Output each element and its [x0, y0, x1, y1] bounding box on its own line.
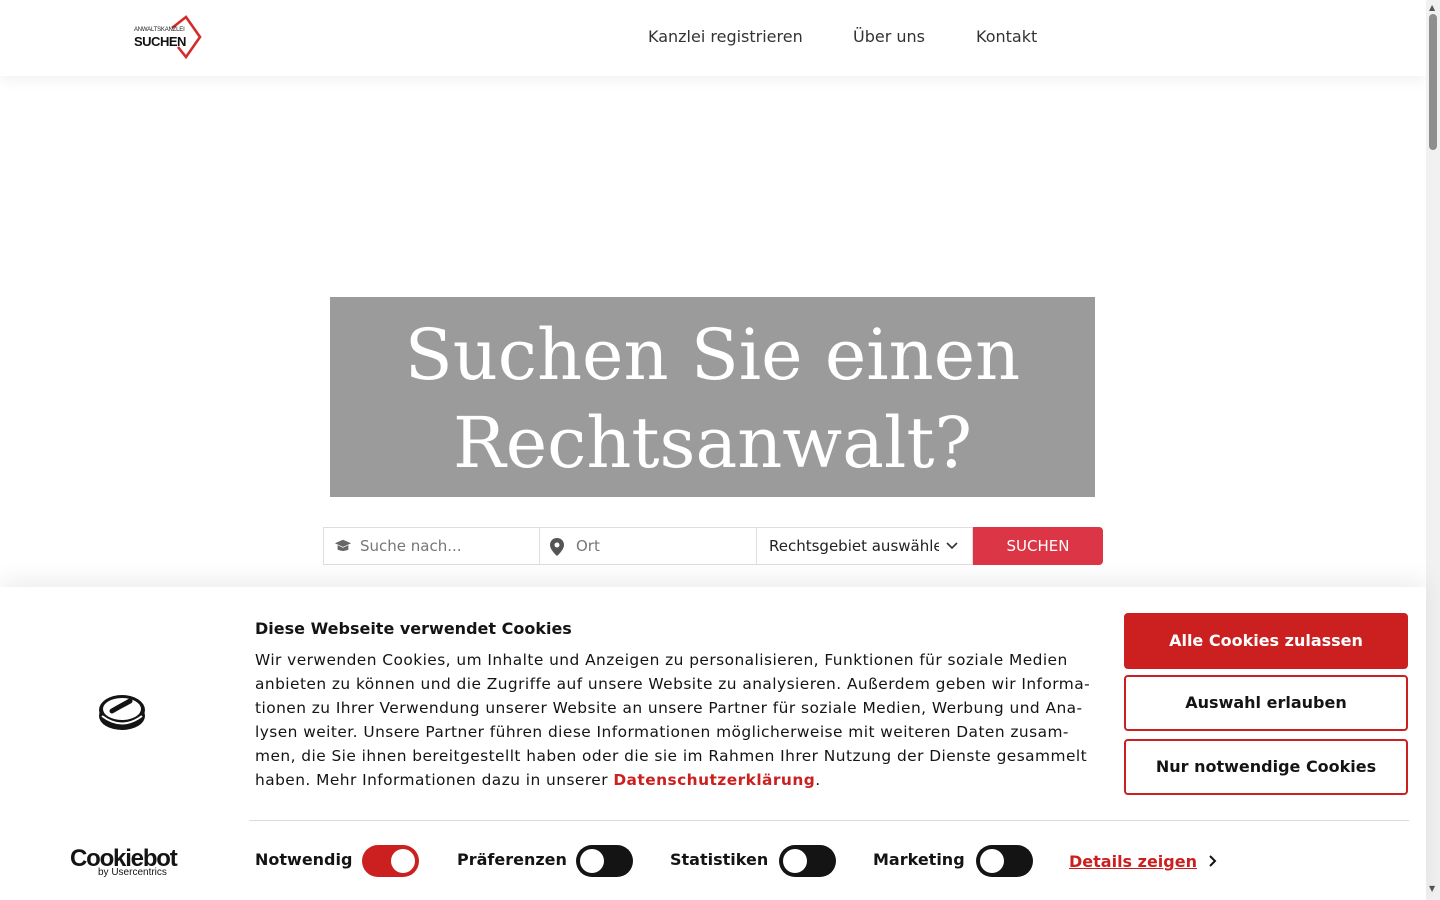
- site-header: ANWALTSKANZLEI SUCHEN Kanzlei registrier…: [0, 0, 1426, 76]
- scroll-up-icon[interactable]: ▲: [1429, 3, 1435, 12]
- toggle-label-statistics: Statistiken: [670, 850, 769, 869]
- scroll-down-icon[interactable]: ▼: [1429, 884, 1435, 893]
- location-input[interactable]: [576, 528, 746, 564]
- location-pin-icon: [550, 538, 564, 556]
- search-button[interactable]: SUCHEN: [973, 527, 1103, 565]
- cookiebot-brand-by: by Usercentrics: [98, 867, 167, 878]
- scrollbar-thumb[interactable]: [1429, 14, 1437, 150]
- allow-all-cookies-button[interactable]: Alle Cookies zulassen: [1124, 613, 1408, 669]
- site-logo[interactable]: ANWALTSKANZLEI SUCHEN: [133, 15, 208, 61]
- chevron-down-icon: [946, 542, 958, 550]
- cookiebot-icon: [99, 695, 145, 730]
- toggle-label-preferences: Präferenzen: [457, 850, 567, 869]
- toggle-statistics[interactable]: [779, 845, 836, 877]
- toggle-knob: [980, 849, 1004, 873]
- nav-ueber-uns[interactable]: Über uns: [853, 27, 925, 46]
- logo-main-text: SUCHEN: [134, 34, 186, 49]
- cookie-text-end: .: [815, 771, 821, 789]
- toggle-label-marketing: Marketing: [873, 850, 965, 869]
- chevron-right-icon: [1209, 855, 1217, 867]
- toggle-knob: [391, 849, 415, 873]
- hero-title-line2: Rechtsanwalt?: [453, 402, 972, 484]
- hero-title: Suchen Sie einen Rechtsanwalt?: [330, 311, 1095, 487]
- details-label: Details zeigen: [1069, 852, 1197, 871]
- necessary-cookies-only-button[interactable]: Nur notwendige Cookies: [1124, 739, 1408, 795]
- toggle-label-necessary: Notwendig: [255, 850, 353, 869]
- cookie-title: Diese Webseite verwendet Cookies: [255, 619, 572, 638]
- hero-banner: Suchen Sie einen Rechtsanwalt?: [330, 297, 1095, 497]
- toggle-necessary[interactable]: [362, 845, 419, 877]
- cookie-text: Wir verwenden Cookies, um Inhalte und An…: [255, 648, 1095, 792]
- allow-selection-button[interactable]: Auswahl erlauben: [1124, 675, 1408, 731]
- category-select-value: Rechtsgebiet auswählen: [769, 537, 939, 555]
- toggle-marketing[interactable]: [976, 845, 1033, 877]
- toggle-preferences[interactable]: [576, 845, 633, 877]
- page-scrollbar[interactable]: ▲ ▼: [1426, 0, 1440, 900]
- graduation-cap-icon: [334, 539, 352, 551]
- logo-top-text: ANWALTSKANZLEI: [134, 27, 185, 33]
- cookie-banner: Cookiebot by Usercentrics Diese Webseite…: [0, 587, 1426, 900]
- location-field: [539, 527, 757, 565]
- hero-title-line1: Suchen Sie einen: [404, 314, 1021, 396]
- cookie-text-body: Wir verwenden Cookies, um Inhalte und An…: [255, 651, 1091, 789]
- privacy-policy-link[interactable]: Datenschutzerklärung: [613, 771, 815, 789]
- toggle-knob: [783, 849, 807, 873]
- toggle-knob: [580, 849, 604, 873]
- nav-kanzlei-registrieren[interactable]: Kanzlei registrieren: [648, 27, 803, 46]
- category-select[interactable]: Rechtsgebiet auswählen: [756, 527, 973, 565]
- query-field: [323, 527, 540, 565]
- search-input[interactable]: [360, 528, 530, 564]
- nav-kontakt[interactable]: Kontakt: [976, 27, 1037, 46]
- details-link[interactable]: Details zeigen: [1069, 852, 1217, 871]
- cookiebot-logo: Cookiebot by Usercentrics: [70, 845, 178, 878]
- cookie-divider: [249, 820, 1409, 821]
